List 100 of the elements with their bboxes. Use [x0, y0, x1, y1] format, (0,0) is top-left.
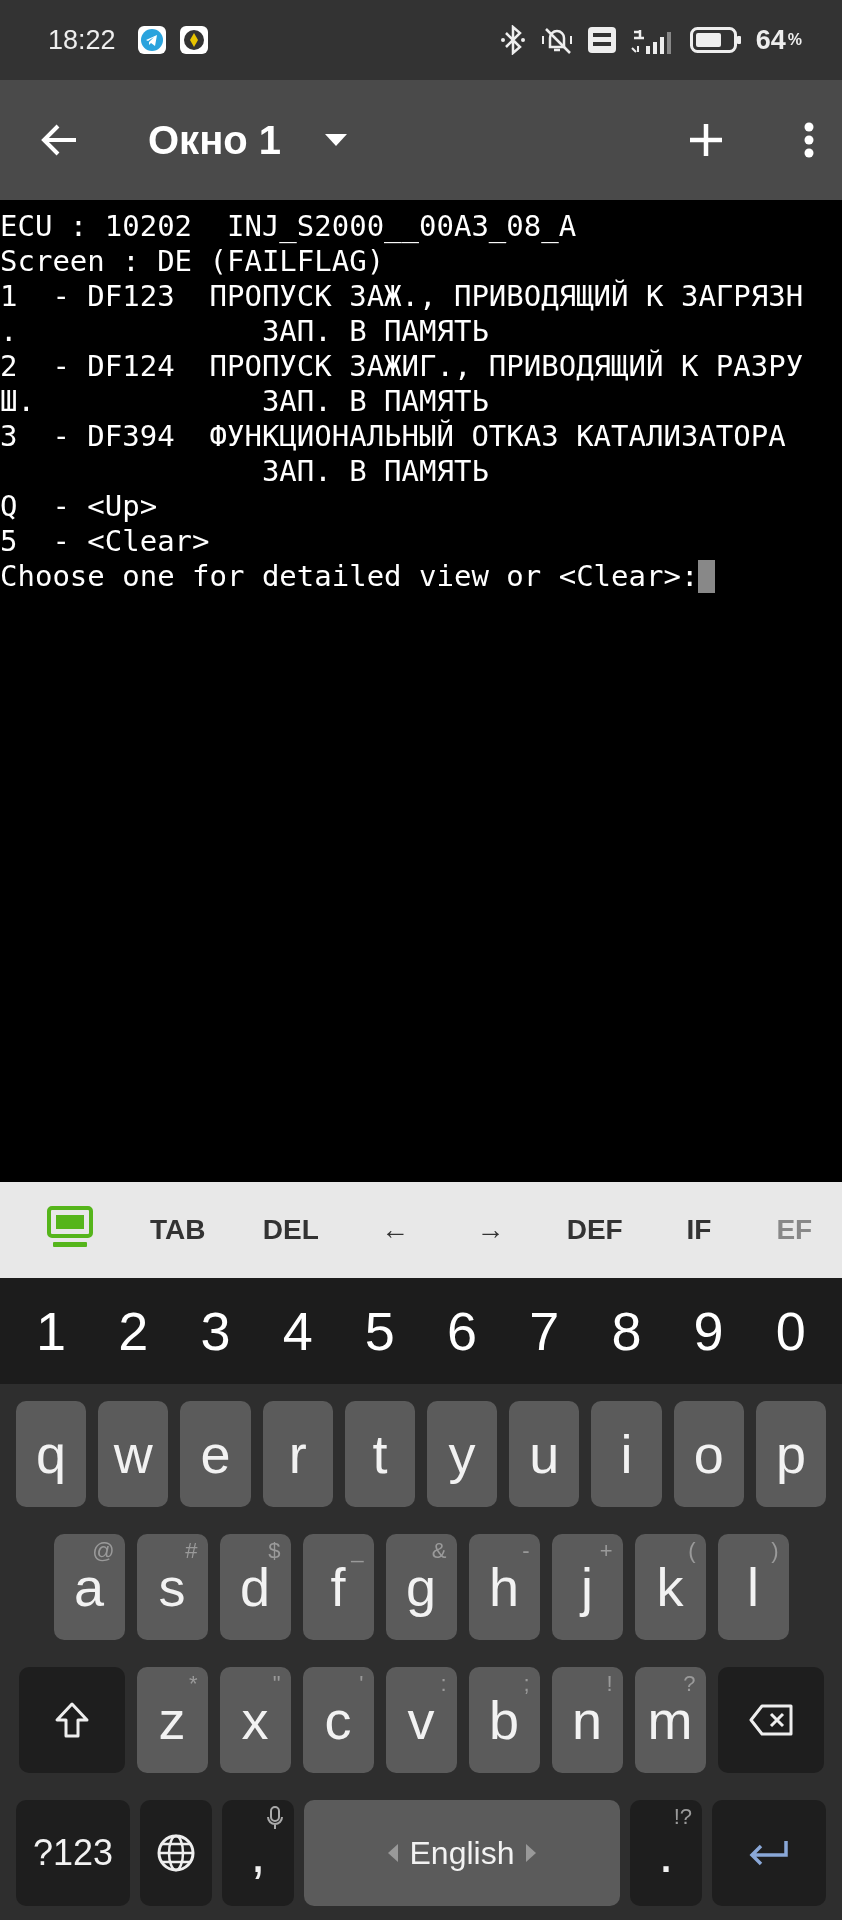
- letter-key[interactable]: v :: [385, 1667, 457, 1773]
- letter-key[interactable]: y: [427, 1401, 498, 1507]
- terminal-line: Q - <Up>: [0, 489, 158, 524]
- language-key[interactable]: [140, 1800, 212, 1906]
- globe-icon: [156, 1833, 196, 1873]
- letter-key[interactable]: d $: [219, 1534, 291, 1640]
- number-key[interactable]: 5: [344, 1300, 415, 1362]
- number-key[interactable]: 8: [591, 1300, 662, 1362]
- key-hint: $: [268, 1538, 281, 1564]
- letter-key[interactable]: z *: [136, 1667, 208, 1773]
- terminal-line: 5 - <Clear>: [0, 524, 210, 559]
- letter-key[interactable]: c ': [302, 1667, 374, 1773]
- terminal-line: ЗАП. В ПАМЯТЬ: [260, 454, 489, 489]
- number-key[interactable]: 0: [755, 1300, 826, 1362]
- letter-key[interactable]: x ": [219, 1667, 291, 1773]
- window-title: Окно 1: [148, 117, 282, 163]
- language-label: English: [409, 1834, 515, 1872]
- enter-key[interactable]: [712, 1800, 826, 1906]
- backspace-key[interactable]: [717, 1667, 824, 1773]
- bluetooth-icon: [499, 25, 526, 55]
- extra-key[interactable]: IF: [674, 1206, 724, 1254]
- letter-key[interactable]: g &: [385, 1534, 457, 1640]
- battery-percent: 64: [755, 24, 786, 56]
- terminal-line: . ЗАП. В ПАМЯТЬ: [0, 314, 489, 349]
- terminal-line: Ш. ЗАП. В ПАМЯТЬ: [0, 384, 489, 419]
- plus-icon: [688, 122, 724, 158]
- key-hint: +: [599, 1538, 613, 1564]
- extra-key[interactable]: →: [465, 1206, 516, 1254]
- key-hint: #: [185, 1538, 198, 1564]
- key-hint: !?: [673, 1804, 692, 1830]
- more-button[interactable]: [804, 122, 814, 158]
- letter-key[interactable]: w: [98, 1401, 169, 1507]
- key-hint: _: [351, 1538, 364, 1564]
- muted-bell-icon: [539, 25, 574, 55]
- more-icon: [804, 122, 814, 158]
- monitor-icon: [46, 1205, 93, 1248]
- letter-key[interactable]: m ?: [634, 1667, 706, 1773]
- back-button[interactable]: [40, 123, 78, 157]
- key-hint: *: [188, 1671, 198, 1697]
- letter-key[interactable]: b ;: [468, 1667, 540, 1773]
- letter-key[interactable]: i: [591, 1401, 662, 1507]
- dropdown-button[interactable]: [325, 134, 348, 146]
- key-hint: :: [440, 1671, 447, 1697]
- key-hint: ?: [683, 1671, 696, 1697]
- number-key[interactable]: 3: [180, 1300, 251, 1362]
- letter-key[interactable]: r: [262, 1401, 333, 1507]
- key-hint: @: [92, 1538, 115, 1564]
- number-key[interactable]: 1: [16, 1300, 87, 1362]
- shift-key[interactable]: [18, 1667, 125, 1773]
- key-hint: ': [359, 1671, 364, 1697]
- letter-key[interactable]: q: [16, 1401, 87, 1507]
- letter-key[interactable]: k (: [634, 1534, 706, 1640]
- letter-key[interactable]: e: [180, 1401, 251, 1507]
- terminal-line: 3 - DF394 ФУНКЦИОНАЛЬНЫЙ ОТКАЗ КАТАЛИЗАТОРА: [0, 419, 786, 454]
- text-cursor: [698, 560, 716, 593]
- letter-key[interactable]: u: [509, 1401, 580, 1507]
- extra-key[interactable]: DEF: [560, 1206, 629, 1254]
- number-key[interactable]: 2: [98, 1300, 169, 1362]
- app-icon: [179, 26, 208, 54]
- percent-sign: %: [787, 31, 802, 49]
- letter-key[interactable]: s #: [136, 1534, 208, 1640]
- terminal-line: 1 - DF123 ПРОПУСК ЗАЖ., ПРИВОДЯЩИЙ К ЗАГРЯЗН: [0, 279, 804, 314]
- period-key[interactable]: . !?: [630, 1800, 702, 1906]
- letter-key[interactable]: n !: [551, 1667, 623, 1773]
- caret-icon: [325, 134, 348, 146]
- shift-icon: [53, 1701, 90, 1739]
- number-key[interactable]: 4: [262, 1300, 333, 1362]
- letter-key[interactable]: h -: [468, 1534, 540, 1640]
- space-key[interactable]: English: [304, 1800, 620, 1906]
- battery-icon: [689, 26, 742, 54]
- letter-key[interactable]: t: [344, 1401, 415, 1507]
- letter-key[interactable]: o: [673, 1401, 744, 1507]
- extra-key[interactable]: TAB: [143, 1206, 212, 1254]
- letter-key[interactable]: a @: [53, 1534, 125, 1640]
- back-arrow-icon: [40, 123, 78, 157]
- terminal-line: Choose one for detailed view or <Clear>:: [0, 559, 699, 594]
- letter-key[interactable]: l ): [717, 1534, 789, 1640]
- comma-key[interactable]: ,: [222, 1800, 294, 1906]
- clock: 18:22: [48, 24, 116, 56]
- backspace-icon: [748, 1704, 793, 1736]
- letter-key[interactable]: p: [755, 1401, 826, 1507]
- key-hint: ": [272, 1671, 281, 1697]
- letter-key[interactable]: f _: [302, 1534, 374, 1640]
- key-hint: !: [606, 1671, 613, 1697]
- number-key[interactable]: 7: [509, 1300, 580, 1362]
- microphone-icon: [266, 1806, 284, 1830]
- add-button[interactable]: [688, 122, 724, 158]
- terminal-line: ECU : 10202 INJ_S2000__00A3_08_A: [0, 209, 577, 244]
- symbols-key[interactable]: ?123: [16, 1800, 130, 1906]
- key-hint: ;: [523, 1671, 530, 1697]
- number-key[interactable]: 9: [673, 1300, 744, 1362]
- enter-icon: [749, 1839, 789, 1867]
- left-triangle-icon: [387, 1844, 398, 1862]
- telegram-icon: [137, 26, 166, 54]
- extra-key[interactable]: DEL: [256, 1206, 325, 1254]
- number-key[interactable]: 6: [427, 1300, 498, 1362]
- terminal-line: Screen : DE (FAILFLAG): [0, 244, 385, 279]
- extra-key[interactable]: ←: [370, 1206, 421, 1254]
- letter-key[interactable]: j +: [551, 1534, 623, 1640]
- key-hint: (: [688, 1538, 696, 1564]
